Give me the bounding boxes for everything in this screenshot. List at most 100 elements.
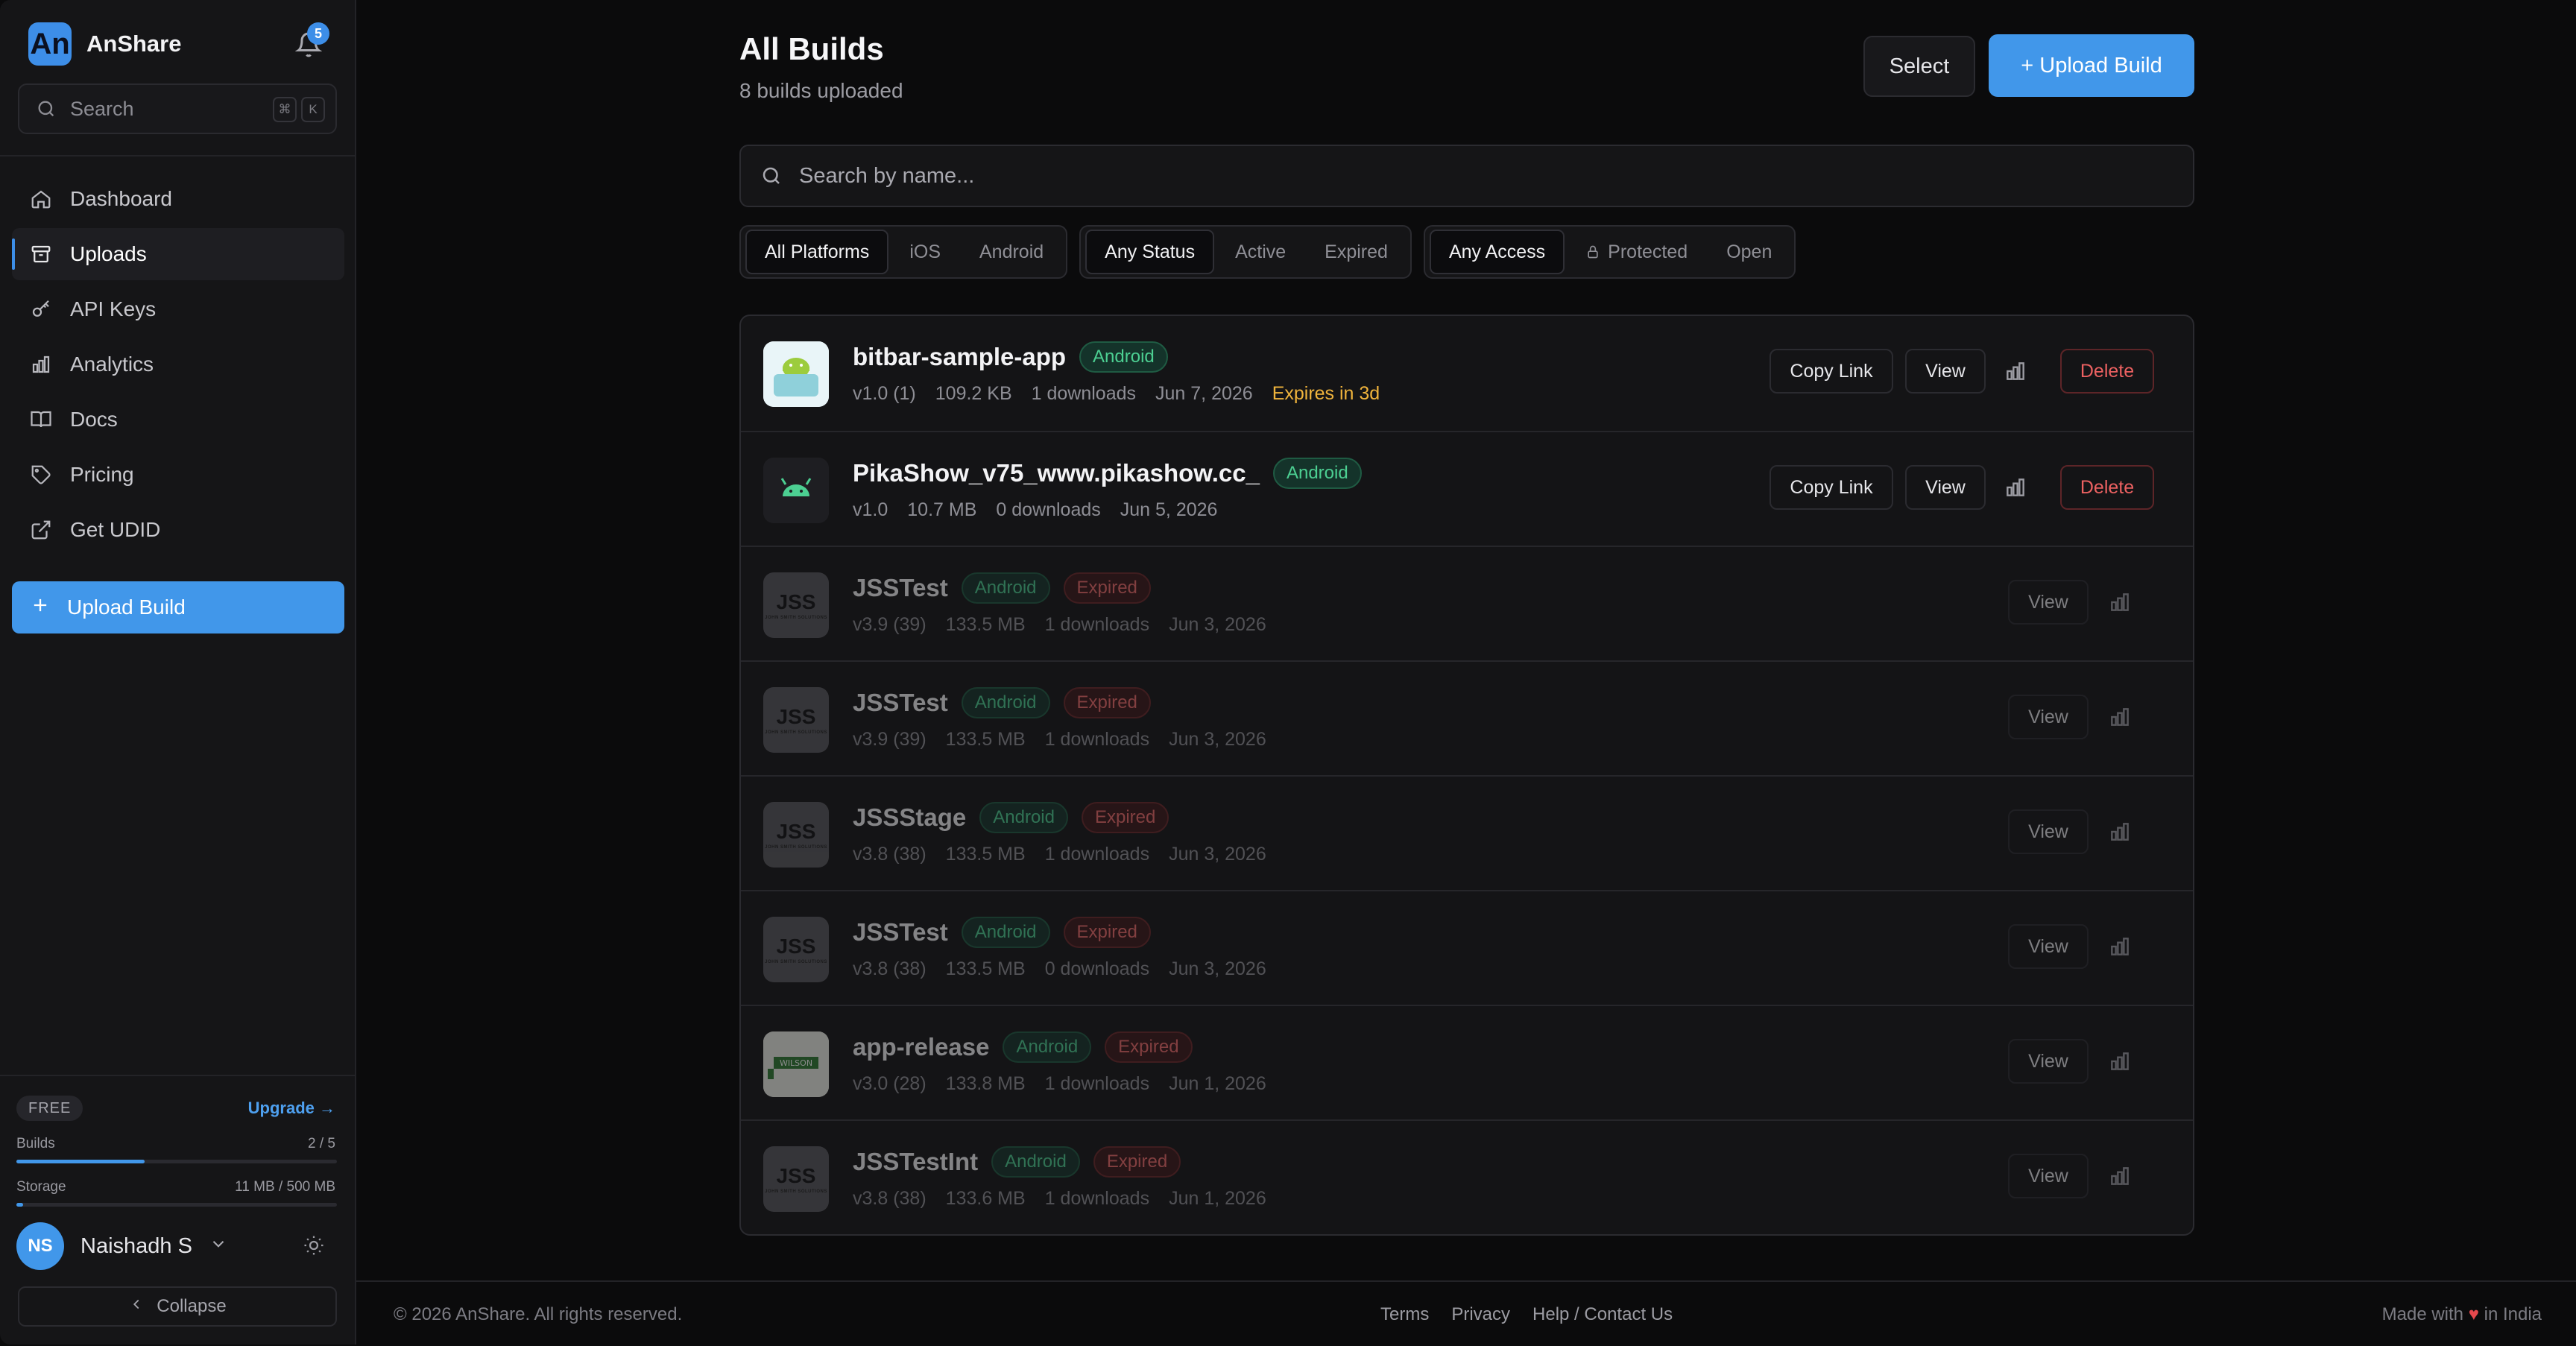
table-row[interactable]: JSS JOHN SMITH SOLUTIONS JSSTest Android … [741,660,2193,775]
build-expiry: Expires in 3d [1272,383,1380,404]
filter-active[interactable]: Active [1217,231,1304,273]
build-name[interactable]: PikaShow_v75_www.pikashow.cc_ [853,459,1260,487]
bar-chart-icon[interactable] [2108,820,2132,844]
table-row[interactable]: JSS JOHN SMITH SOLUTIONS JSSTestInt Andro… [741,1119,2193,1234]
sidebar-item-get-udid[interactable]: Get UDID [12,504,344,556]
bar-chart-icon[interactable] [2108,1164,2132,1188]
view-button[interactable]: View [2008,1039,2089,1084]
table-row[interactable]: PikaShow_v75_www.pikashow.cc_ Android v1… [741,431,2193,546]
brand[interactable]: An AnShare [28,22,181,66]
app-thumbnail: JSS JOHN SMITH SOLUTIONS [763,687,829,753]
upload-build-button[interactable]: + Upload Build [1989,34,2194,97]
build-name[interactable]: app-release [853,1033,989,1061]
build-version: v3.8 (38) [853,844,926,865]
footer-link-help[interactable]: Help / Contact Us [1532,1304,1673,1325]
bar-chart-icon[interactable] [2108,590,2132,614]
filter-any-status[interactable]: Any Status [1085,230,1215,274]
table-row[interactable]: WILSON app-release Android Expired v3.0 … [741,1005,2193,1119]
app-thumbnail: JSS JOHN SMITH SOLUTIONS [763,1146,829,1212]
kbd-k: K [301,97,325,122]
view-button[interactable]: View [1905,465,1986,510]
tag-icon [28,462,54,487]
build-name[interactable]: JSSTest [853,918,948,947]
filter-ios[interactable]: iOS [891,231,959,273]
upgrade-link[interactable]: Upgrade → [248,1099,335,1118]
filter-android[interactable]: Android [962,231,1061,273]
copy-link-button[interactable]: Copy Link [1770,465,1893,510]
view-button[interactable]: View [2008,1154,2089,1198]
table-row[interactable]: bitbar-sample-app Android v1.0 (1) 109.2… [741,316,2193,431]
table-row[interactable]: JSS JOHN SMITH SOLUTIONS JSSTest Android … [741,890,2193,1005]
footer-links: Terms Privacy Help / Contact Us [1380,1304,1673,1325]
platform-badge: Android [961,687,1050,718]
builds-meter-fill [16,1160,145,1163]
build-meta: v3.8 (38) 133.6 MB 1 downloads Jun 1, 20… [853,1188,1266,1210]
bar-chart-icon[interactable] [2108,705,2132,729]
notification-badge: 5 [307,22,329,45]
collapse-button[interactable]: Collapse [18,1286,337,1327]
page-title: All Builds [739,31,884,66]
view-button[interactable]: View [2008,580,2089,625]
access-filter: Any Access Protected Open [1423,225,1796,279]
footer-link-privacy[interactable]: Privacy [1451,1304,1510,1325]
filter-protected[interactable]: Protected [1568,231,1705,273]
lock-icon [1588,245,1598,259]
filter-expired[interactable]: Expired [1307,231,1406,273]
build-name[interactable]: bitbar-sample-app [853,343,1066,371]
view-button[interactable]: View [1905,349,1986,394]
filter-open[interactable]: Open [1708,231,1790,273]
made-in-text: in India [2484,1304,2542,1324]
table-row[interactable]: JSS JOHN SMITH SOLUTIONS JSSTest Android … [741,546,2193,660]
delete-button[interactable]: Delete [2060,465,2154,510]
bar-chart-icon[interactable] [2108,935,2132,958]
build-version: v3.9 (39) [853,729,926,750]
build-date: Jun 7, 2026 [1155,383,1253,404]
bar-chart-icon[interactable] [2004,359,2027,383]
sidebar-item-pricing[interactable]: Pricing [12,449,344,501]
build-meta: v1.0 10.7 MB 0 downloads Jun 5, 2026 [853,499,1217,521]
select-button[interactable]: Select [1863,36,1975,97]
sidebar-item-docs[interactable]: Docs [12,394,344,446]
storage-meter-fill [16,1203,24,1207]
platform-badge: Android [1003,1031,1092,1063]
build-title-line: app-release Android Expired [853,1031,1193,1063]
key-icon [28,297,54,322]
plan-badge: FREE [16,1096,83,1121]
testdroid-logo [763,341,829,407]
sidebar-item-analytics[interactable]: Analytics [12,338,344,391]
user-menu[interactable]: NS Naishadh S [16,1222,228,1270]
build-date: Jun 3, 2026 [1169,844,1266,865]
sidebar-item-api-keys[interactable]: API Keys [12,283,344,335]
search-input[interactable]: Search by name... [739,145,2194,207]
app-thumbnail: JSS JOHN SMITH SOLUTIONS [763,802,829,868]
home-icon [28,186,54,212]
build-date: Jun 1, 2026 [1169,1073,1266,1094]
external-link-icon [28,517,54,543]
footer-link-terms[interactable]: Terms [1380,1304,1429,1325]
storage-meter-label: Storage [16,1179,66,1195]
build-name[interactable]: JSSTest [853,689,948,717]
copy-link-button[interactable]: Copy Link [1770,349,1893,394]
view-button[interactable]: View [2008,924,2089,969]
copyright: © 2026 AnShare. All rights reserved. [394,1304,683,1324]
build-name[interactable]: JSSTest [853,574,948,602]
filter-any-access[interactable]: Any Access [1429,230,1565,274]
build-downloads: 1 downloads [1044,844,1150,865]
sidebar-item-dashboard[interactable]: Dashboard [12,173,344,225]
delete-button[interactable]: Delete [2060,349,2154,394]
filter-all-platforms[interactable]: All Platforms [745,230,889,274]
build-version: v3.9 (39) [853,614,926,635]
sidebar-search[interactable]: Search ⌘ K [18,83,337,134]
view-button[interactable]: View [2008,695,2089,739]
view-button[interactable]: View [2008,809,2089,854]
build-name[interactable]: JSSStage [853,803,966,832]
build-size: 133.6 MB [945,1188,1026,1209]
sidebar-upload-build-button[interactable]: Upload Build [12,581,344,633]
status-badge: Expired [1063,687,1151,718]
bar-chart-icon[interactable] [2004,475,2027,499]
bar-chart-icon[interactable] [2108,1049,2132,1073]
build-name[interactable]: JSSTestInt [853,1148,978,1176]
table-row[interactable]: JSS JOHN SMITH SOLUTIONS JSSStage Android… [741,775,2193,890]
sun-icon[interactable] [303,1234,325,1257]
sidebar-item-uploads[interactable]: Uploads [12,228,344,280]
